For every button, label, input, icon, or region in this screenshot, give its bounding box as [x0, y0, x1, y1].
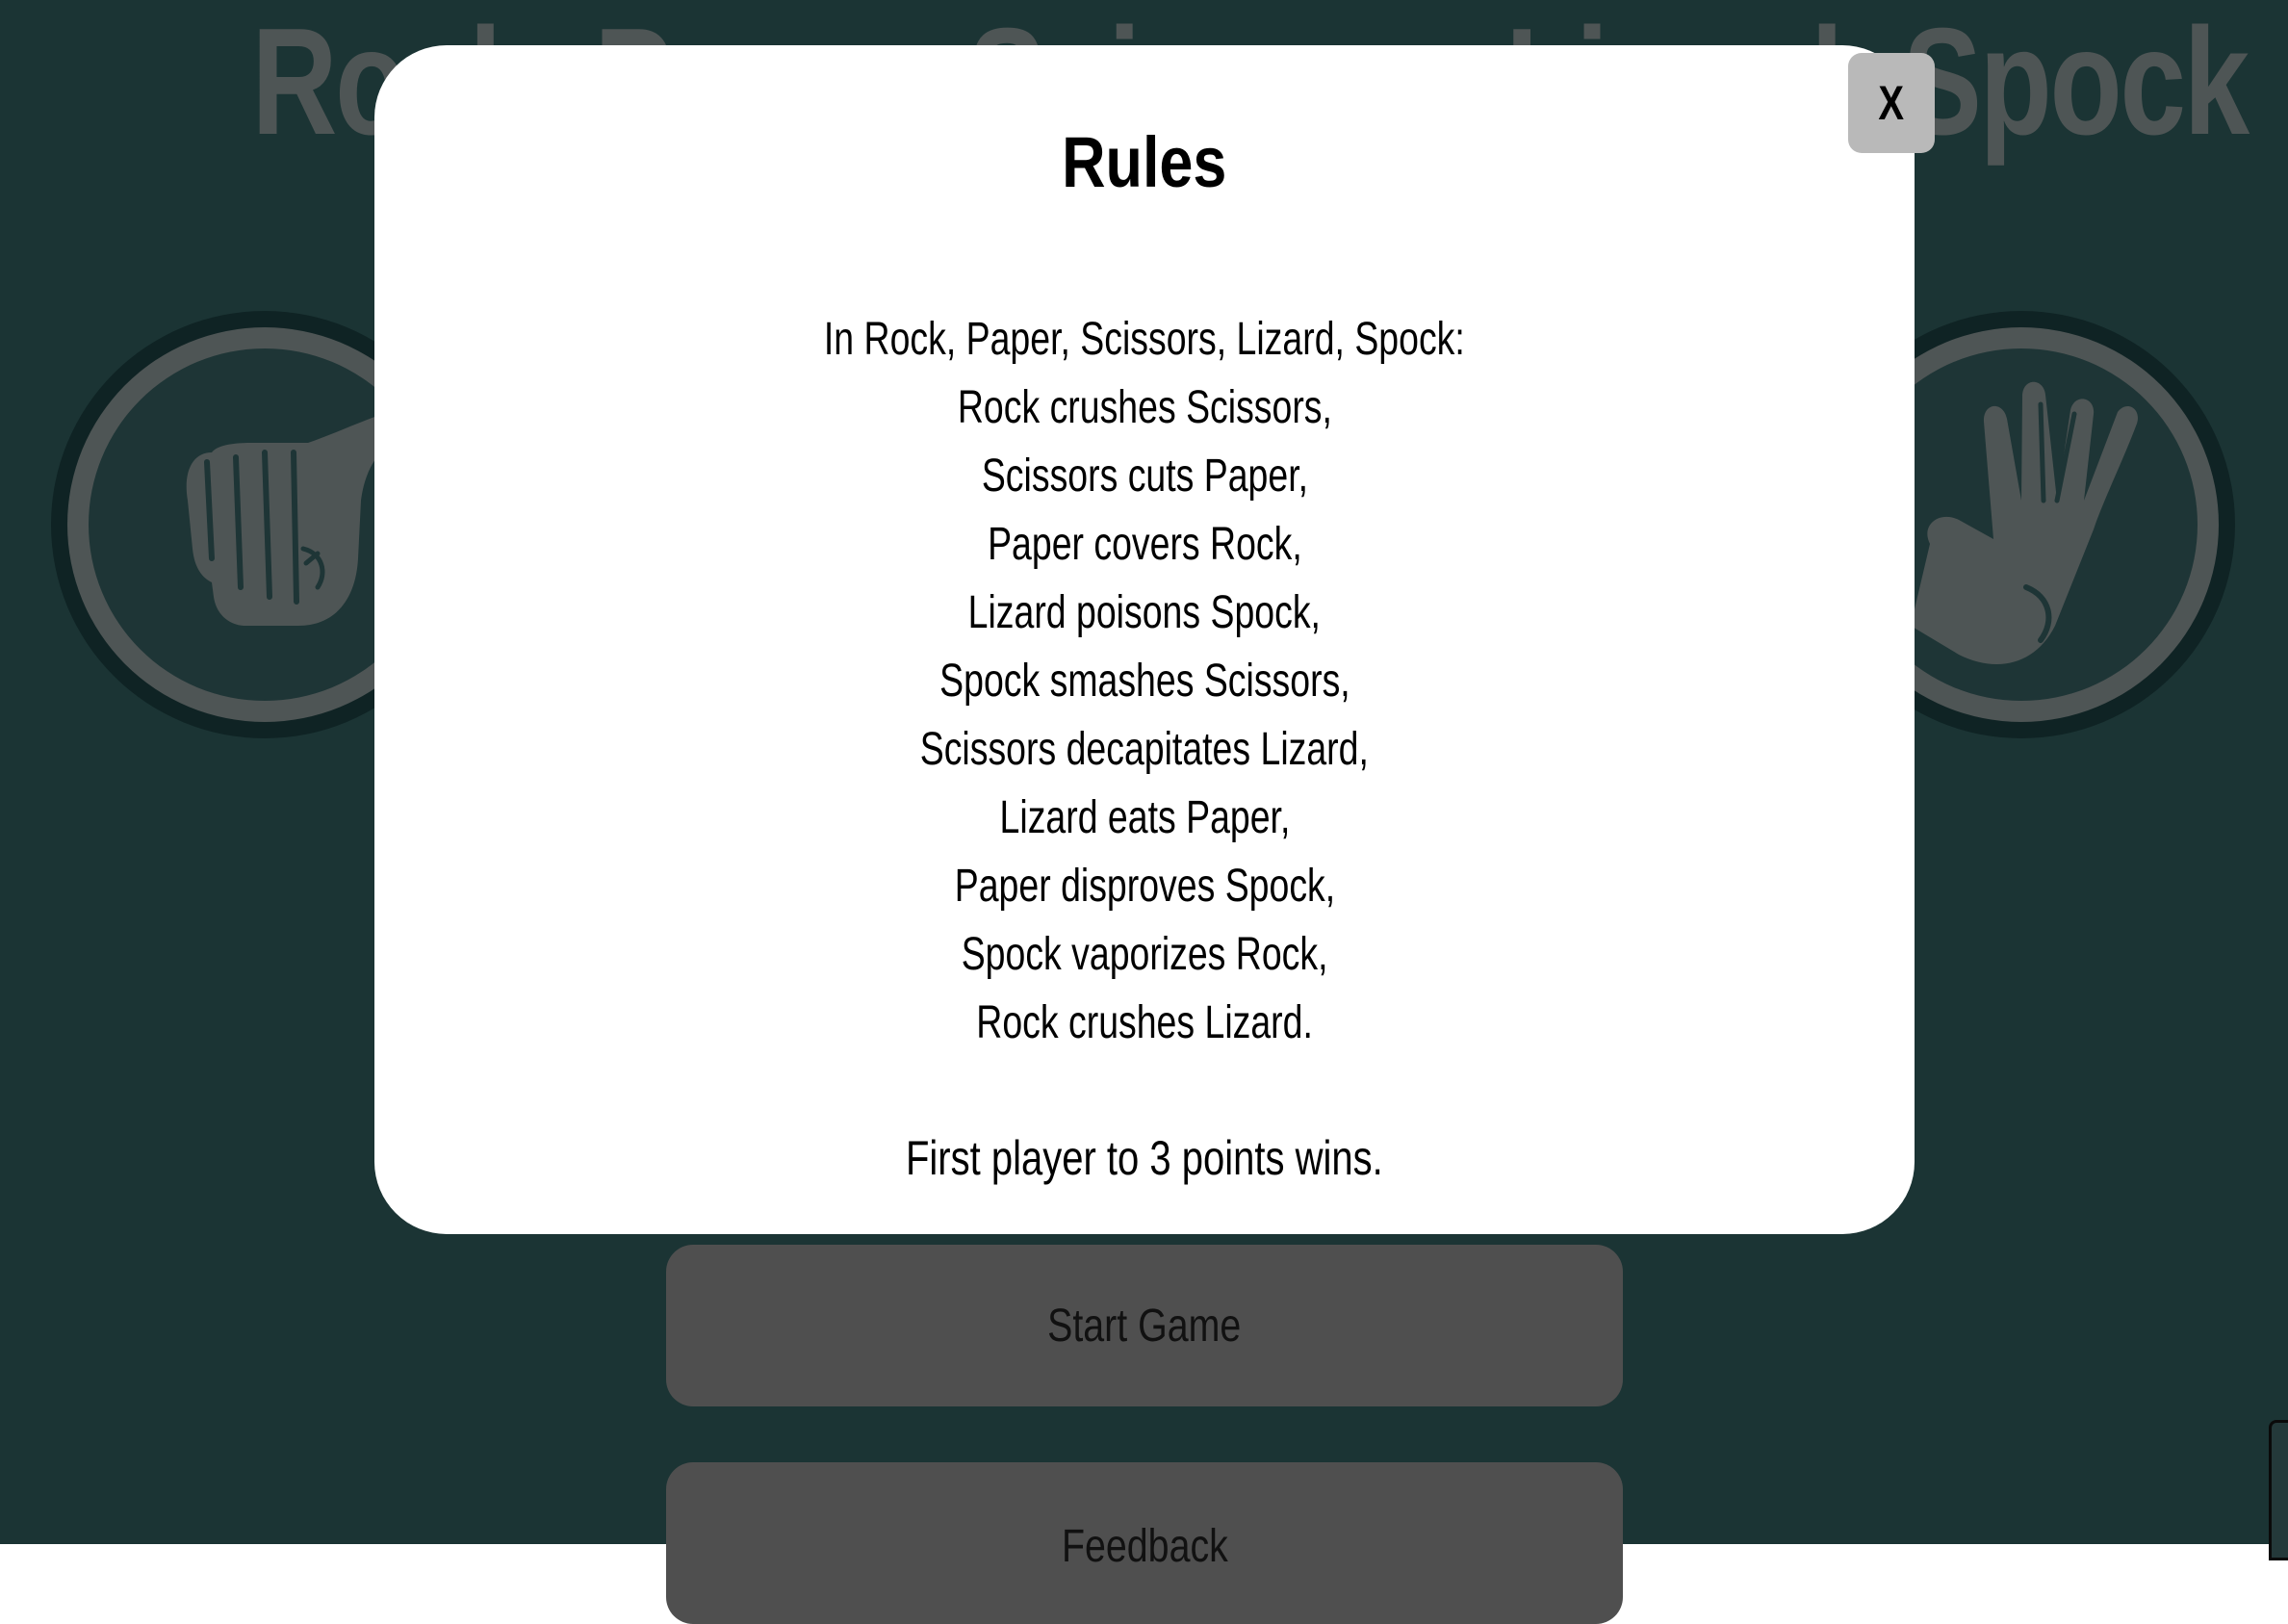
feedback-button[interactable]: Feedback	[666, 1462, 1623, 1624]
rule-line: Lizard eats Paper,	[374, 784, 1915, 852]
win-condition: First player to 3 points wins.	[374, 1124, 1915, 1192]
rule-line: In Rock, Paper, Scissors, Lizard, Spock:	[374, 305, 1915, 374]
rule-text: Rock crushes Lizard.	[976, 997, 1313, 1048]
rules-list: In Rock, Paper, Scissors, Lizard, Spock:…	[374, 305, 1915, 1057]
rule-line: Scissors decapitates Lizard,	[374, 715, 1915, 784]
rule-text: In Rock, Paper, Scissors, Lizard, Spock:	[824, 314, 1465, 365]
rule-text: Spock vaporizes Rock,	[961, 929, 1328, 980]
rule-line: Paper disproves Spock,	[374, 852, 1915, 920]
rule-line: Rock crushes Lizard.	[374, 989, 1915, 1057]
modal-title-text: Rules	[1062, 122, 1227, 202]
start-game-button[interactable]: Start Game	[666, 1245, 1623, 1406]
rule-line: Paper covers Rock,	[374, 510, 1915, 579]
rule-line: Spock vaporizes Rock,	[374, 920, 1915, 989]
rule-line: Lizard poisons Spock,	[374, 579, 1915, 647]
rule-text: Scissors decapitates Lizard,	[919, 724, 1370, 775]
rule-line: Rock crushes Scissors,	[374, 374, 1915, 442]
rule-text: Paper disproves Spock,	[954, 861, 1335, 912]
rules-modal: X Rules In Rock, Paper, Scissors, Lizard…	[374, 45, 1935, 1234]
start-game-label: Start Game	[1047, 1300, 1242, 1352]
rule-text: Lizard poisons Spock,	[967, 587, 1322, 638]
rule-text: Lizard eats Paper,	[999, 792, 1290, 843]
rule-text: Paper covers Rock,	[987, 519, 1302, 570]
rule-line: Scissors cuts Paper,	[374, 442, 1915, 510]
modal-title: Rules	[374, 115, 1915, 211]
rule-line: Spock smashes Scissors,	[374, 647, 1915, 715]
win-condition-text: First player to 3 points wins.	[906, 1131, 1383, 1185]
corner-widget[interactable]	[2269, 1420, 2288, 1560]
rule-text: Scissors cuts Paper,	[981, 451, 1308, 502]
rule-text: Rock crushes Scissors,	[957, 382, 1332, 433]
feedback-label: Feedback	[1061, 1521, 1228, 1572]
rule-text: Spock smashes Scissors,	[938, 656, 1350, 707]
